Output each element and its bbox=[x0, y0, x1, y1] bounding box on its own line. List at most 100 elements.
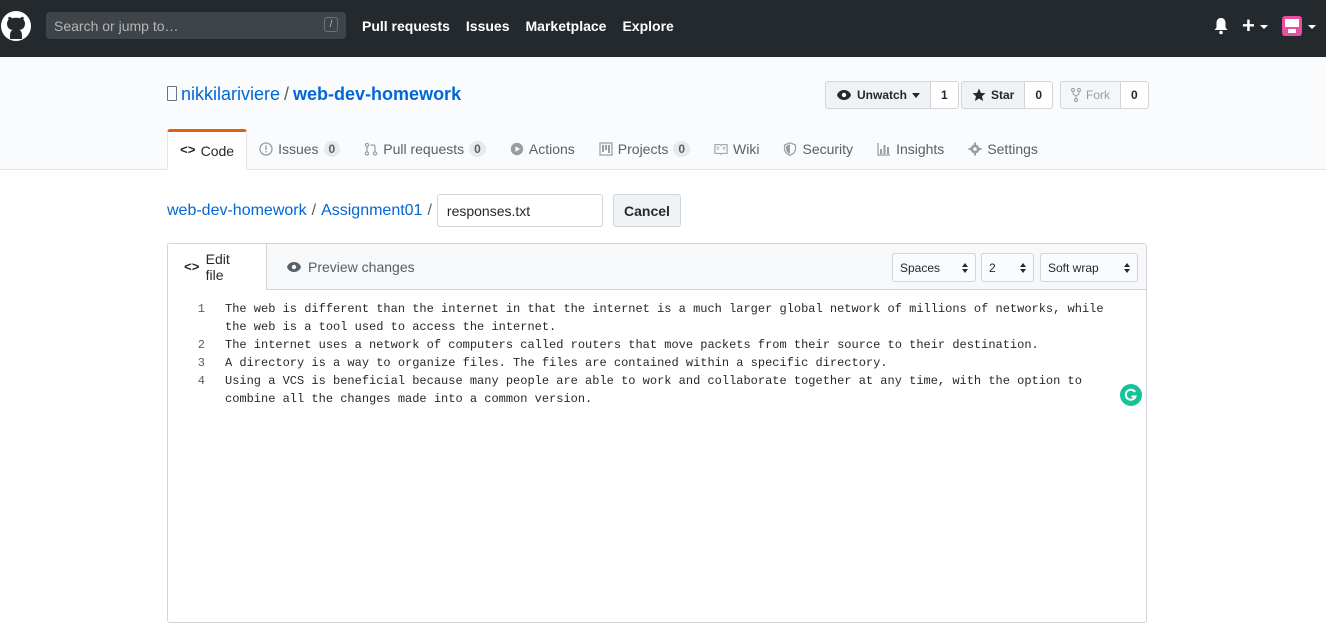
bell-icon[interactable] bbox=[1213, 17, 1229, 35]
cancel-button[interactable]: Cancel bbox=[613, 194, 681, 227]
breadcrumb-repo-link[interactable]: web-dev-homework bbox=[167, 202, 307, 220]
tab-issues[interactable]: Issues 0 bbox=[247, 129, 352, 169]
tab-preview-changes-label: Preview changes bbox=[308, 258, 415, 275]
star-label: Star bbox=[991, 88, 1015, 102]
code-line: 4 Using a VCS is beneficial because many… bbox=[168, 372, 1146, 408]
grammarly-glyph bbox=[1124, 388, 1137, 401]
tab-actions[interactable]: Actions bbox=[498, 129, 587, 169]
tab-preview-changes[interactable]: Preview changes bbox=[270, 244, 431, 289]
repo-owner-link[interactable]: nikkilariviere bbox=[181, 84, 280, 104]
watch-group: Unwatch 1 bbox=[825, 81, 959, 109]
tab-wiki-label: Wiki bbox=[733, 141, 760, 157]
code-line: 2 The internet uses a network of compute… bbox=[168, 336, 1146, 354]
avatar-pattern-lower bbox=[1288, 29, 1296, 33]
tab-insights-label: Insights bbox=[896, 141, 945, 157]
play-icon bbox=[510, 142, 524, 156]
indent-size-select[interactable]: 2 bbox=[981, 253, 1034, 282]
line-text[interactable]: A directory is a way to organize files. … bbox=[225, 354, 1125, 372]
select-arrows-icon bbox=[962, 262, 968, 273]
tab-security[interactable]: Security bbox=[771, 129, 865, 169]
wrap-mode-select[interactable]: Soft wrap bbox=[1040, 253, 1138, 282]
tab-projects[interactable]: Projects 0 bbox=[587, 129, 702, 169]
tab-wiki[interactable]: Wiki bbox=[702, 129, 771, 169]
fork-icon bbox=[1071, 88, 1081, 102]
tab-security-label: Security bbox=[802, 141, 854, 157]
tab-code[interactable]: <> Code bbox=[167, 129, 248, 170]
tab-insights[interactable]: Insights bbox=[865, 129, 956, 169]
indent-size-value: 2 bbox=[989, 260, 996, 275]
chevron-down-icon bbox=[1308, 25, 1316, 29]
fork-group: Fork 0 bbox=[1060, 81, 1149, 109]
nav-marketplace[interactable]: Marketplace bbox=[526, 18, 607, 34]
avatar[interactable] bbox=[1282, 16, 1302, 36]
line-number: 2 bbox=[197, 338, 205, 352]
issue-icon bbox=[259, 142, 273, 156]
select-arrows-icon bbox=[1020, 262, 1026, 273]
avatar-pattern bbox=[1285, 19, 1299, 27]
code-line: 1 The web is different than the internet… bbox=[168, 300, 1146, 336]
tab-pull-requests-count: 0 bbox=[469, 141, 486, 157]
line-text[interactable]: Using a VCS is beneficial because many p… bbox=[225, 372, 1125, 408]
eye-icon bbox=[837, 90, 851, 100]
top-navigation-bar: / Pull requests Issues Marketplace Explo… bbox=[0, 0, 1326, 57]
github-logo-icon[interactable] bbox=[0, 10, 32, 42]
star-icon bbox=[972, 88, 986, 101]
repo-icon bbox=[167, 86, 177, 101]
code-icon: <> bbox=[180, 143, 196, 158]
line-text[interactable]: The internet uses a network of computers… bbox=[225, 336, 1125, 354]
file-editor: <> Edit file Preview changes Spaces 2 So… bbox=[167, 243, 1147, 623]
grammarly-icon[interactable] bbox=[1120, 384, 1142, 406]
wrap-mode-value: Soft wrap bbox=[1048, 260, 1099, 275]
pull-request-icon bbox=[365, 142, 378, 156]
tab-pull-requests-label: Pull requests bbox=[383, 141, 465, 157]
breadcrumb-folder-link[interactable]: Assignment01 bbox=[321, 202, 422, 220]
graph-icon bbox=[877, 143, 891, 156]
line-text[interactable]: The web is different than the internet i… bbox=[225, 300, 1125, 336]
unwatch-label: Unwatch bbox=[857, 88, 908, 102]
tab-edit-file-label: Edit file bbox=[205, 251, 230, 283]
watch-count[interactable]: 1 bbox=[931, 81, 959, 109]
tab-settings[interactable]: Settings bbox=[956, 129, 1050, 169]
line-number: 4 bbox=[197, 374, 205, 388]
repo-title: nikkilariviere / web-dev-homework bbox=[167, 84, 461, 105]
code-editor-area[interactable]: 1 The web is different than the internet… bbox=[168, 300, 1146, 408]
project-board-icon bbox=[599, 142, 613, 156]
filename-input[interactable] bbox=[436, 194, 603, 227]
tab-edit-file[interactable]: <> Edit file bbox=[168, 244, 267, 290]
fork-label: Fork bbox=[1086, 88, 1110, 102]
book-icon bbox=[714, 144, 728, 155]
tab-projects-count: 0 bbox=[673, 141, 691, 157]
repo-name-link[interactable]: web-dev-homework bbox=[293, 84, 461, 104]
indent-mode-value: Spaces bbox=[900, 260, 941, 275]
tab-projects-label: Projects bbox=[617, 141, 669, 157]
star-count[interactable]: 0 bbox=[1025, 81, 1054, 109]
breadcrumb-separator: / bbox=[427, 201, 432, 219]
tab-actions-label: Actions bbox=[528, 141, 575, 157]
repo-header: nikkilariviere / web-dev-homework Unwatch … bbox=[0, 57, 1326, 170]
star-button[interactable]: Star bbox=[961, 81, 1026, 109]
repo-title-separator: / bbox=[284, 84, 290, 104]
nav-explore[interactable]: Explore bbox=[622, 18, 673, 34]
global-nav: Pull requests Issues Marketplace Explore bbox=[362, 18, 674, 34]
search-input[interactable] bbox=[46, 12, 316, 39]
unwatch-button[interactable]: Unwatch bbox=[825, 81, 932, 109]
tab-code-label: Code bbox=[200, 142, 235, 159]
fork-button[interactable]: Fork bbox=[1060, 81, 1121, 109]
tab-issues-label: Issues bbox=[278, 141, 319, 157]
nav-issues[interactable]: Issues bbox=[466, 18, 510, 34]
chevron-down-icon bbox=[1260, 25, 1268, 29]
create-new-button[interactable]: + bbox=[1242, 15, 1255, 37]
select-arrows-icon bbox=[1124, 262, 1130, 273]
line-number: 3 bbox=[197, 356, 205, 370]
tab-settings-label: Settings bbox=[987, 141, 1038, 157]
tab-pull-requests[interactable]: Pull requests 0 bbox=[352, 129, 498, 169]
nav-pull-requests[interactable]: Pull requests bbox=[362, 18, 450, 34]
editor-header: <> Edit file Preview changes Spaces 2 So… bbox=[168, 244, 1146, 290]
search-box[interactable]: / bbox=[46, 12, 346, 39]
star-group: Star 0 bbox=[961, 81, 1054, 109]
fork-count[interactable]: 0 bbox=[1121, 81, 1149, 109]
gear-icon bbox=[968, 142, 982, 156]
chevron-down-icon bbox=[912, 92, 921, 98]
indent-mode-select[interactable]: Spaces bbox=[892, 253, 976, 282]
line-number: 1 bbox=[197, 302, 205, 316]
